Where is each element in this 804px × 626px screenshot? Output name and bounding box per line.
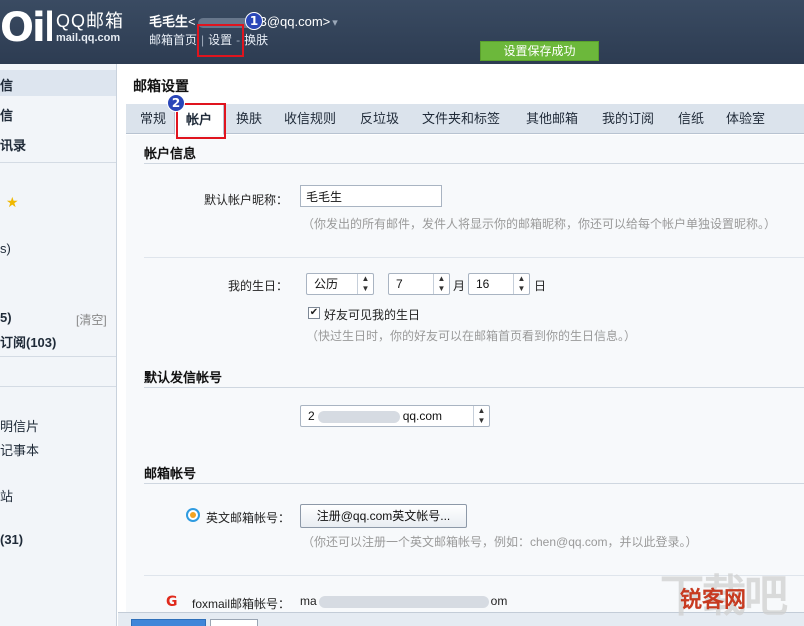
tab-anti-spam[interactable]: 反垃圾 bbox=[360, 104, 399, 134]
nickname-hint: （你发出的所有邮件，发件人将显示你的邮箱昵称，你还可以给每个帐户单独设置昵称。） bbox=[302, 217, 777, 231]
account-settings-panel: 帐户信息 默认帐户昵称： （你发出的所有邮件，发件人将显示你的邮箱昵称，你还可以… bbox=[126, 135, 804, 626]
tab-skin[interactable]: 换肤 bbox=[236, 104, 262, 134]
save-button[interactable] bbox=[131, 619, 206, 626]
section-title-mailbox-accounts: 邮箱帐号 bbox=[144, 466, 197, 481]
tab-stationery[interactable]: 信纸 bbox=[678, 104, 704, 134]
sidebar-item-drafts[interactable]: s) bbox=[0, 241, 11, 256]
birth-month-value: 7 bbox=[396, 277, 403, 291]
month-unit: 月 bbox=[453, 279, 466, 293]
sidebar-item-trash[interactable]: 5) bbox=[0, 310, 12, 325]
sidebar-divider bbox=[0, 162, 116, 163]
sidebar-item-subscriptions[interactable]: 订阅(103) bbox=[0, 332, 56, 351]
foxmail-suffix: om bbox=[490, 594, 508, 608]
left-sidebar: 信 信 讯录 ★ s) 5) [清空] 订阅(103) 明信片 记事本 站 (3… bbox=[0, 64, 117, 626]
tab-receive-rules[interactable]: 收信规则 bbox=[284, 104, 336, 134]
clear-trash-link[interactable]: [清空] bbox=[76, 311, 107, 328]
cancel-button[interactable] bbox=[210, 619, 258, 626]
calendar-type-value: 公历 bbox=[314, 277, 339, 291]
select-arrows-icon: ▲ ▼ bbox=[433, 274, 449, 294]
sidebar-item-postcard[interactable]: 明信片 bbox=[0, 416, 39, 435]
tab-subscriptions[interactable]: 我的订阅 bbox=[602, 104, 654, 134]
sidebar-active-highlight bbox=[0, 70, 116, 96]
tab-folders-labels[interactable]: 文件夹和标签 bbox=[422, 104, 500, 134]
foxmail-prefix: ma bbox=[300, 594, 317, 608]
sidebar-item-transit[interactable]: 站 bbox=[0, 486, 13, 505]
english-account-hint: （你还可以注册一个英文邮箱帐号，例如：chen@qq.com，并以此登录。） bbox=[302, 535, 698, 549]
section-underline bbox=[144, 163, 804, 164]
day-unit: 日 bbox=[534, 279, 547, 293]
settings-main: 邮箱设置 常规 帐户 换肤 收信规则 反垃圾 文件夹和标签 其他邮箱 我的订阅 … bbox=[118, 64, 804, 626]
nickname-input[interactable] bbox=[300, 185, 442, 207]
section-underline bbox=[144, 387, 804, 388]
tab-general[interactable]: 常规 bbox=[140, 104, 166, 134]
top-header: Oil QQ邮箱 mail.qq.com 毛毛生< 3@qq.com> ▾ 邮箱首页… bbox=[0, 0, 804, 64]
birth-day-value: 16 bbox=[476, 277, 490, 291]
default-sender-select[interactable]: 2 qq.com ▲ ▼ bbox=[300, 405, 490, 427]
logo-subtitle: mail.qq.com bbox=[56, 32, 121, 44]
page-title: 邮箱设置 bbox=[133, 78, 189, 94]
foxmail-blur-mask bbox=[318, 595, 489, 608]
select-arrows-icon: ▲ ▼ bbox=[473, 406, 489, 426]
sidebar-divider bbox=[0, 356, 116, 357]
sidebar-item-folder-count[interactable]: (31) bbox=[0, 532, 23, 547]
link-skin[interactable]: 换肤 bbox=[244, 33, 268, 47]
user-name: 毛毛生 bbox=[149, 14, 189, 29]
birthday-visible-label: 好友可见我的生日 bbox=[324, 308, 421, 322]
sidebar-divider bbox=[0, 386, 116, 387]
qq-mail-logo[interactable]: Oil QQ邮箱 mail.qq.com bbox=[0, 6, 124, 50]
calendar-type-select[interactable]: 公历 ▲ ▼ bbox=[306, 273, 374, 295]
english-account-label: 英文邮箱帐号： bbox=[205, 511, 290, 525]
qq-english-account-icon bbox=[186, 508, 200, 522]
site-watermark: 下载吧 锐客网 bbox=[650, 560, 800, 622]
user-email-prefix: < bbox=[188, 14, 196, 29]
sidebar-item-notepad[interactable]: 记事本 bbox=[0, 440, 39, 459]
watermark-text-small: 锐客网 bbox=[680, 588, 747, 613]
annotation-box-settings bbox=[197, 24, 244, 57]
section-title-default-sender: 默认发信帐号 bbox=[144, 370, 223, 385]
logo-text: QQ邮箱 mail.qq.com bbox=[56, 11, 124, 45]
annotation-badge-2: 2 bbox=[167, 94, 185, 112]
section-title-account-info: 帐户信息 bbox=[144, 146, 197, 161]
sender-suffix: qq.com bbox=[402, 409, 443, 423]
annotation-box-account-tab bbox=[176, 103, 226, 139]
logo-mark: Oil bbox=[0, 6, 52, 50]
chevron-down-icon[interactable]: ▾ bbox=[332, 17, 338, 29]
sender-blur-mask bbox=[317, 410, 400, 423]
logo-title: QQ邮箱 bbox=[56, 11, 125, 31]
foxmail-icon: G bbox=[166, 594, 178, 610]
sidebar-item-contacts[interactable]: 讯录 bbox=[0, 135, 26, 154]
sidebar-item-inbox[interactable]: 信 bbox=[0, 105, 13, 124]
row-separator bbox=[144, 257, 804, 258]
birthday-label: 我的生日： bbox=[227, 279, 288, 293]
birth-month-select[interactable]: 7 ▲ ▼ bbox=[388, 273, 450, 295]
select-arrows-icon: ▲ ▼ bbox=[357, 274, 373, 294]
section-underline bbox=[144, 483, 804, 484]
annotation-badge-1: 1 bbox=[245, 12, 263, 30]
sender-prefix: 2 bbox=[308, 409, 315, 423]
select-arrows-icon: ▲ ▼ bbox=[513, 274, 529, 294]
tab-lab[interactable]: 体验室 bbox=[726, 104, 765, 134]
foxmail-account-label: foxmail邮箱帐号： bbox=[191, 597, 290, 611]
settings-tabbar: 常规 帐户 换肤 收信规则 反垃圾 文件夹和标签 其他邮箱 我的订阅 信纸 体验… bbox=[126, 104, 804, 135]
tab-other-mailboxes[interactable]: 其他邮箱 bbox=[526, 104, 578, 134]
foxmail-account-value: ma om bbox=[300, 594, 507, 608]
star-icon[interactable]: ★ bbox=[6, 194, 19, 211]
birthday-hint: （快过生日时，你的好友可以在邮箱首页看到你的生日信息。） bbox=[306, 329, 637, 343]
register-english-account-button[interactable]: 注册@qq.com英文帐号... bbox=[300, 504, 467, 528]
birth-day-select[interactable]: 16 ▲ ▼ bbox=[468, 273, 530, 295]
link-mail-home[interactable]: 邮箱首页 bbox=[149, 33, 197, 47]
user-email-suffix: 3@qq.com> bbox=[259, 14, 331, 29]
save-success-toast: 设置保存成功 bbox=[480, 41, 599, 61]
sidebar-item-compose[interactable]: 信 bbox=[0, 75, 13, 94]
nickname-label: 默认帐户昵称： bbox=[203, 193, 288, 207]
birthday-visible-checkbox[interactable]: ✔ bbox=[308, 307, 320, 319]
